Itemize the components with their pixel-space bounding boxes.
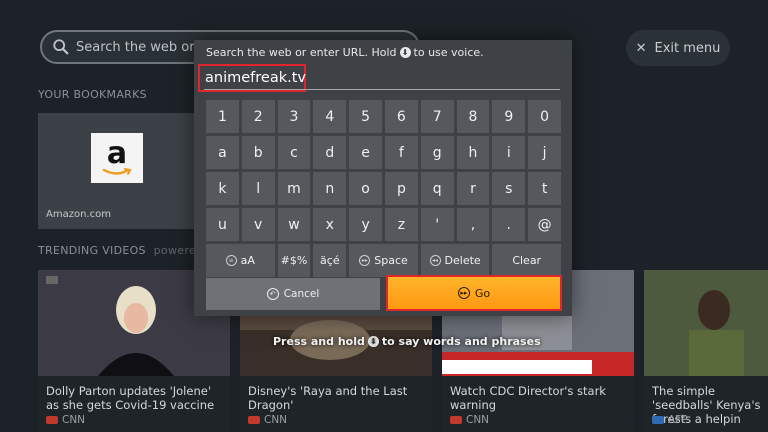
video-source: CNN bbox=[450, 414, 489, 426]
key[interactable]: s bbox=[492, 172, 526, 205]
key[interactable]: l bbox=[241, 172, 275, 205]
key[interactable]: q bbox=[420, 172, 454, 205]
key[interactable]: d bbox=[313, 136, 347, 169]
delete-key[interactable]: ◂◂ Delete bbox=[420, 244, 490, 277]
key[interactable]: g bbox=[420, 136, 454, 169]
key[interactable]: h bbox=[456, 136, 490, 169]
key[interactable]: v bbox=[241, 208, 275, 241]
microphone-icon: ⬇ bbox=[399, 47, 411, 58]
key[interactable]: c bbox=[277, 136, 311, 169]
play-pause-icon: ▸▸ bbox=[457, 287, 470, 299]
exit-menu-label: Exit menu bbox=[654, 40, 721, 56]
key[interactable]: k bbox=[206, 172, 239, 205]
close-icon: ✕ bbox=[635, 40, 647, 56]
key[interactable]: x bbox=[313, 208, 347, 241]
key-row-numbers: 1 2 3 4 5 6 7 8 9 0 bbox=[206, 100, 561, 133]
video-source: CNN bbox=[46, 414, 85, 426]
key[interactable]: u bbox=[206, 208, 239, 241]
keyboard-grid: 1 2 3 4 5 6 7 8 9 0 a b c d e f g h i j … bbox=[206, 100, 561, 280]
key[interactable]: 7 bbox=[420, 100, 454, 133]
key[interactable]: z bbox=[384, 208, 418, 241]
video-title: Watch CDC Director's stark warning bbox=[450, 384, 606, 412]
cnn-logo-icon bbox=[248, 416, 260, 424]
key[interactable]: 8 bbox=[456, 100, 490, 133]
key[interactable]: 0 bbox=[528, 100, 561, 133]
video-title: Dolly Parton updates 'Jolene' as she get… bbox=[46, 384, 215, 412]
url-underline bbox=[204, 89, 560, 90]
key[interactable]: ' bbox=[420, 208, 454, 241]
menu-button-icon: ≡ bbox=[225, 255, 237, 266]
video-card[interactable]: The simple 'seedballs' Kenya's forests a… bbox=[644, 270, 768, 432]
key[interactable]: f bbox=[384, 136, 418, 169]
key[interactable]: 5 bbox=[349, 100, 382, 133]
bookmarks-heading: YOUR BOOKMARKS bbox=[38, 88, 147, 101]
key[interactable]: w bbox=[277, 208, 311, 241]
bookmark-card-amazon[interactable]: a Amazon.com bbox=[38, 113, 196, 229]
amazon-smile-icon bbox=[102, 168, 132, 175]
key[interactable]: m bbox=[277, 172, 311, 205]
afp-logo-icon bbox=[652, 416, 664, 424]
key[interactable]: . bbox=[492, 208, 526, 241]
video-title: Disney's 'Raya and the Last Dragon' bbox=[248, 384, 408, 412]
fast-forward-icon: ▸▸ bbox=[359, 255, 371, 266]
search-icon bbox=[53, 39, 69, 55]
video-source: CNN bbox=[248, 414, 287, 426]
key-row-k-t: k l m n o p q r s t bbox=[206, 172, 561, 205]
key[interactable]: 2 bbox=[241, 100, 275, 133]
space-key[interactable]: ▸▸ Space bbox=[349, 244, 418, 277]
key[interactable]: a bbox=[206, 136, 239, 169]
key[interactable]: b bbox=[241, 136, 275, 169]
amazon-logo: a bbox=[91, 133, 143, 183]
key[interactable]: i bbox=[492, 136, 526, 169]
key[interactable]: 9 bbox=[492, 100, 526, 133]
url-input[interactable]: animefreak.tv bbox=[198, 64, 306, 92]
key[interactable]: 3 bbox=[277, 100, 311, 133]
symbols-key[interactable]: #$% bbox=[277, 244, 311, 277]
go-button[interactable]: ▸▸ Go bbox=[386, 275, 562, 311]
key-row-a-j: a b c d e f g h i j bbox=[206, 136, 561, 169]
microphone-icon: ⬇ bbox=[367, 336, 379, 347]
keyboard-panel: Search the web or enter URL. Hold ⬇ to u… bbox=[194, 40, 572, 316]
key[interactable]: y bbox=[349, 208, 382, 241]
key[interactable]: r bbox=[456, 172, 490, 205]
rewind-icon: ◂◂ bbox=[429, 255, 441, 266]
key[interactable]: j bbox=[528, 136, 561, 169]
action-row: ↶ Cancel ▸▸ Go bbox=[206, 275, 562, 312]
key[interactable]: , bbox=[456, 208, 490, 241]
clear-key[interactable]: Clear bbox=[492, 244, 561, 277]
exit-menu-button[interactable]: ✕ Exit menu bbox=[626, 30, 730, 66]
case-toggle-key[interactable]: ≡ aA bbox=[206, 244, 275, 277]
key-row-functions: ≡ aA #$% äçé ▸▸ Space ◂◂ Delete Clear bbox=[206, 244, 561, 277]
back-icon: ↶ bbox=[266, 288, 279, 300]
key[interactable]: 1 bbox=[206, 100, 239, 133]
key[interactable]: o bbox=[349, 172, 382, 205]
key[interactable]: t bbox=[528, 172, 561, 205]
key[interactable]: @ bbox=[528, 208, 561, 241]
cancel-button[interactable]: ↶ Cancel bbox=[206, 278, 380, 310]
key[interactable]: 4 bbox=[313, 100, 347, 133]
key[interactable]: e bbox=[349, 136, 382, 169]
cnn-logo-icon bbox=[46, 416, 58, 424]
key-row-u-at: u v w x y z ' , . @ bbox=[206, 208, 561, 241]
accents-key[interactable]: äçé bbox=[313, 244, 347, 277]
key[interactable]: 6 bbox=[384, 100, 418, 133]
video-thumbnail bbox=[644, 270, 768, 376]
key[interactable]: p bbox=[384, 172, 418, 205]
cnn-logo-icon bbox=[450, 416, 462, 424]
video-source: AFP bbox=[652, 414, 688, 426]
bookmark-label: Amazon.com bbox=[46, 209, 111, 220]
voice-hint: Search the web or enter URL. Hold ⬇ to u… bbox=[206, 46, 484, 59]
key[interactable]: n bbox=[313, 172, 347, 205]
press-hold-hint: Press and hold ⬇ to say words and phrase… bbox=[273, 335, 541, 348]
